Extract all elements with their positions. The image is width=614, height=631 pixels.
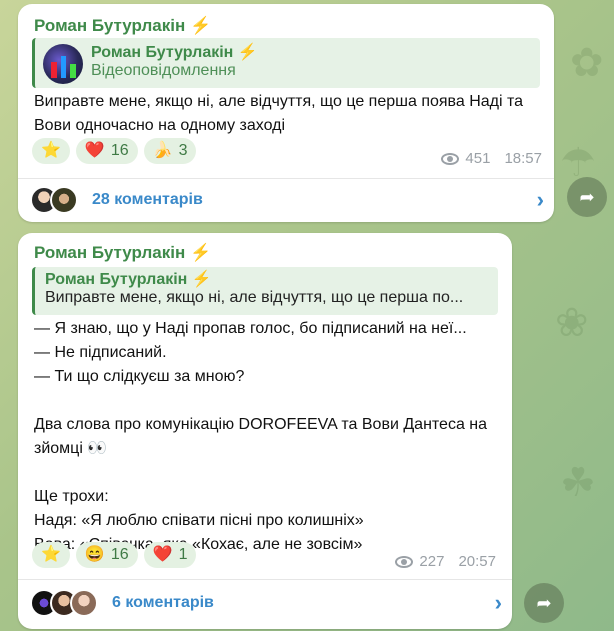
text-line: Надя: «Я люблю співати пісні про колишні… (34, 512, 364, 529)
commenter-avatars (30, 186, 78, 214)
chevron-right-icon: › (536, 187, 544, 212)
reply-author: Роман Бутурлакін ⚡ (45, 271, 212, 288)
reply-quote[interactable]: Роман Бутурлакін ⚡ Виправте мене, якщо н… (32, 267, 498, 315)
commenter-avatars (30, 589, 98, 617)
view-count: 451 (465, 150, 491, 167)
share-button[interactable]: ➦ (567, 177, 607, 217)
reaction-grin[interactable]: 😄 16 (75, 542, 138, 568)
lightning-icon: ⚡ (189, 16, 212, 35)
post-text: — Я знаю, що у Наді пропав голос, бо під… (34, 317, 498, 557)
channel-post-2: Роман Бутурлакін ⚡ Роман Бутурлакін ⚡ Ви… (18, 233, 512, 629)
lightning-icon: ⚡ (189, 243, 212, 262)
post-meta: 227 20:57 (395, 553, 496, 570)
lightning-icon: ⚡ (191, 271, 212, 288)
reply-quote[interactable]: Роман Бутурлакін ⚡ Відеоповідомлення (32, 38, 540, 88)
star-icon: ⭐ (41, 142, 61, 159)
share-arrow-icon: ➦ (536, 592, 552, 613)
comments-count-label: 28 коментарів (92, 191, 203, 208)
reaction-count: 16 (110, 142, 129, 159)
star-icon: ⭐ (41, 546, 61, 563)
reactions-bar: ⭐ ❤️ 16 🍌 3 (32, 138, 197, 164)
reaction-count: 1 (178, 546, 188, 563)
video-thumbnail (43, 44, 83, 84)
text-line: Ще трохи: (34, 488, 109, 505)
post-meta: 451 18:57 (441, 150, 542, 167)
share-arrow-icon: ➦ (579, 186, 595, 207)
share-button[interactable]: ➦ (524, 583, 564, 623)
post-author[interactable]: Роман Бутурлакін ⚡ (34, 243, 211, 263)
avatar (70, 589, 98, 617)
background-doodle: ❀ (555, 301, 589, 345)
comments-link[interactable]: 28 коментарів › (30, 182, 544, 218)
reaction-star[interactable]: ⭐ (32, 542, 70, 568)
timestamp: 20:57 (458, 553, 496, 570)
reaction-count: 16 (110, 546, 129, 563)
channel-post-1: Роман Бутурлакін ⚡ Роман Бутурлакін ⚡ Ві… (18, 4, 554, 222)
reaction-star[interactable]: ⭐ (32, 138, 70, 164)
heart-icon: ❤️ (152, 546, 173, 563)
reply-author: Роман Бутурлакін ⚡ (91, 44, 258, 61)
divider (18, 579, 512, 580)
comments-link[interactable]: 6 коментарів › (30, 585, 502, 621)
reaction-heart[interactable]: ❤️ 1 (143, 542, 197, 568)
text-line: — Ти що слідкуєш за мною? (34, 368, 245, 385)
eye-icon (441, 152, 460, 165)
reaction-heart[interactable]: ❤️ 16 (75, 138, 138, 164)
text-line (34, 389, 498, 413)
view-count: 227 (419, 553, 445, 570)
reactions-bar: ⭐ 😄 16 ❤️ 1 (32, 542, 197, 568)
eye-icon (395, 555, 414, 568)
comments-count-label: 6 коментарів (112, 594, 214, 611)
chevron-right-icon: › (494, 590, 502, 615)
text-line: — Не підписаний. (34, 344, 167, 361)
text-line: Два слова про комунікацію DOROFEEVA та В… (34, 416, 488, 433)
text-line: — Я знаю, що у Наді пропав голос, бо під… (34, 320, 467, 337)
lightning-icon: ⚡ (237, 44, 258, 61)
post-text: Виправте мене, якщо ні, але відчуття, що… (34, 93, 524, 134)
text-line (34, 461, 498, 485)
reply-subtitle: Відеоповідомлення (91, 62, 236, 79)
reaction-count: 3 (178, 142, 188, 159)
heart-icon: ❤️ (84, 142, 105, 159)
banana-icon: 🍌 (152, 142, 173, 159)
avatar (50, 186, 78, 214)
text-line: зйомці 👀 (34, 440, 108, 457)
background-doodle: ☘ (560, 461, 596, 505)
divider (18, 178, 554, 179)
reply-text: Виправте мене, якщо ні, але відчуття, що… (45, 289, 464, 306)
background-doodle: ✿ (570, 41, 604, 85)
timestamp: 18:57 (504, 150, 542, 167)
post-author[interactable]: Роман Бутурлакін ⚡ (34, 16, 211, 36)
reaction-banana[interactable]: 🍌 3 (143, 138, 197, 164)
grin-icon: 😄 (84, 546, 105, 563)
